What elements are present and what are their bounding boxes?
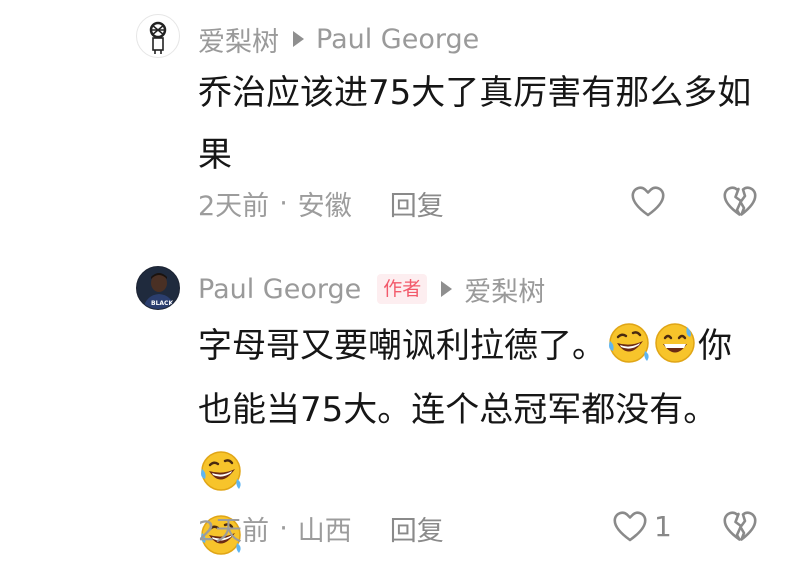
- rolling-laughing-emoji-icon: [609, 323, 649, 363]
- reply-target-username[interactable]: 爱梨树: [464, 270, 545, 309]
- username[interactable]: 爱梨树: [198, 20, 279, 59]
- meta-separator: ·: [279, 187, 288, 219]
- comment-header: 爱梨树 Paul George: [198, 20, 479, 58]
- like-count: 1: [654, 509, 672, 543]
- time-ago: 2天前: [198, 190, 270, 222]
- heart-icon: [613, 511, 647, 542]
- comment-header: Paul George 作者 爱梨树: [198, 270, 545, 308]
- like-button[interactable]: [630, 184, 666, 218]
- location: 安徽: [297, 190, 352, 222]
- comment-meta: 2天前 · 山西 回复: [198, 508, 444, 548]
- location: 山西: [297, 515, 352, 547]
- dislike-button[interactable]: [722, 509, 758, 547]
- avatar-paul-george[interactable]: BLACK: [136, 266, 180, 310]
- reply-button[interactable]: 回复: [390, 509, 444, 548]
- like-button[interactable]: 1: [612, 509, 672, 543]
- meta-separator: ·: [279, 512, 288, 544]
- avatar-aili[interactable]: [136, 14, 180, 58]
- reply-button[interactable]: 回复: [390, 184, 444, 223]
- reply-to-arrow-icon: [441, 281, 453, 297]
- reply-target-username[interactable]: Paul George: [316, 24, 479, 55]
- reply-to-arrow-icon: [293, 31, 304, 47]
- doodle-avatar-icon: [149, 21, 167, 54]
- svg-text:BLACK: BLACK: [151, 300, 173, 307]
- author-badge: 作者: [377, 274, 428, 304]
- username[interactable]: Paul George: [198, 274, 361, 305]
- dislike-button[interactable]: [722, 184, 758, 222]
- broken-heart-icon: [723, 186, 757, 216]
- comment-text: 乔治应该进75大了真厉害有那么多如果: [198, 73, 752, 175]
- rolling-laughing-emoji-icon: [201, 451, 241, 491]
- player-photo-icon: BLACK: [137, 267, 179, 309]
- time-ago: 2天前: [198, 515, 270, 547]
- grinning-sweat-emoji-icon: [655, 323, 695, 363]
- comment-meta: 2天前 · 安徽 回复: [198, 183, 444, 223]
- heart-icon: [631, 186, 665, 217]
- broken-heart-icon: [723, 511, 757, 541]
